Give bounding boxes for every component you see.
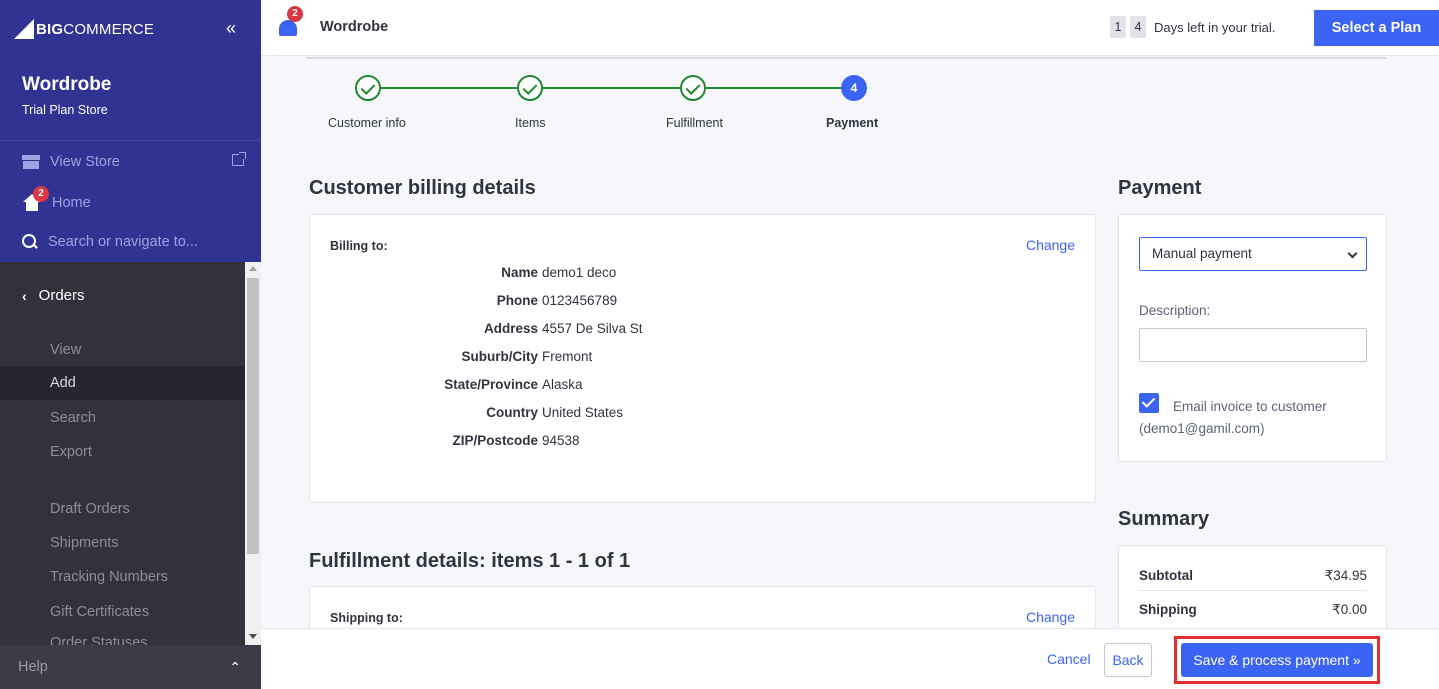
summary-title: Summary — [1118, 508, 1210, 530]
step-connector — [543, 87, 680, 89]
billing-card: Billing to: Change Name demo1 deco Phone… — [309, 214, 1096, 503]
description-input[interactable] — [1139, 328, 1367, 362]
external-link-icon — [232, 152, 246, 166]
billing-row-city: Suburb/City Fremont — [461, 349, 593, 364]
step-check-icon — [517, 75, 543, 101]
notification-badge: 2 — [287, 6, 303, 22]
sidebar-orders-label: Orders — [38, 287, 85, 304]
select-plan-button[interactable]: Select a Plan — [1314, 10, 1439, 46]
logo-text-rest: COMMERCE — [63, 20, 155, 38]
email-invoice-label: Email invoice to customer (demo1@gamil.c… — [1139, 399, 1327, 436]
description-label: Description: — [1139, 303, 1211, 318]
email-invoice-checkbox[interactable] — [1139, 393, 1159, 413]
scroll-up-arrow-icon[interactable] — [249, 266, 257, 271]
payment-method-select[interactable]: Manual payment — [1139, 237, 1367, 271]
help-menu[interactable]: Help ⌃ — [0, 645, 261, 689]
view-store-label: View Store — [50, 154, 120, 170]
sidebar-item-order-statuses[interactable]: Order Statuses — [0, 629, 245, 645]
bigcommerce-logo[interactable]: BIGCOMMERCE — [14, 16, 154, 42]
chevron-down-icon — [1347, 248, 1358, 259]
step-check-icon — [355, 75, 381, 101]
billing-title: Customer billing details — [309, 177, 536, 199]
view-store-link[interactable]: View Store — [22, 152, 246, 170]
billing-row-state: State/Province Alaska — [444, 377, 583, 392]
payment-card: Manual payment Description: Email invoic… — [1118, 214, 1387, 462]
summary-divider — [1139, 590, 1367, 591]
cancel-link[interactable]: Cancel — [1047, 651, 1091, 667]
sidebar-item-tracking-numbers[interactable]: Tracking Numbers — [0, 560, 245, 594]
sidebar-scrollbar-thumb[interactable] — [247, 278, 259, 554]
bigcommerce-logo-icon — [14, 19, 34, 39]
summary-card: Subtotal ₹34.95 Shipping ₹0.00 — [1118, 545, 1387, 628]
double-chevron-left-icon[interactable]: « — [226, 18, 236, 39]
store-title: Wordrobe — [320, 19, 389, 35]
sidebar-divider — [0, 140, 261, 141]
step-label-payment: Payment — [826, 116, 879, 130]
trial-text: Days left in your trial. — [1154, 19, 1276, 35]
trial-digit: 1 — [1110, 16, 1126, 38]
store-plan: Trial Plan Store — [22, 103, 108, 117]
summary-row-shipping: Shipping ₹0.00 — [1139, 602, 1367, 617]
order-stepper: 4 Customer info Items Fulfillment Paymen… — [306, 71, 886, 131]
shipping-change-link[interactable]: Change — [1026, 609, 1075, 625]
action-footer: Cancel Back Save & process payment » — [261, 628, 1439, 689]
help-label: Help — [18, 659, 48, 675]
sidebar-search[interactable]: Search or navigate to... — [22, 234, 198, 250]
sidebar-orders-back[interactable]: ‹ Orders — [22, 287, 85, 304]
logo-text-big: BIG — [36, 20, 64, 38]
fulfillment-title: Fulfillment details: items 1 - 1 of 1 — [309, 550, 631, 572]
billing-row-zip: ZIP/Postcode 94538 — [452, 433, 580, 448]
back-button[interactable]: Back — [1104, 643, 1152, 677]
sidebar-item-view[interactable]: View — [0, 333, 245, 367]
step-label-customer-info: Customer info — [328, 116, 406, 130]
billing-row-name: Name demo1 deco — [501, 265, 617, 280]
sidebar-item-export[interactable]: Export — [0, 435, 245, 469]
top-header: 2 Wordrobe 1 4 Days left in your trial. … — [261, 0, 1439, 56]
step-connector — [381, 87, 517, 89]
step-connector — [706, 87, 841, 89]
sidebar-item-draft-orders[interactable]: Draft Orders — [0, 492, 245, 526]
sidebar-item-search[interactable]: Search — [0, 401, 245, 435]
home-notification-badge: 2 — [33, 186, 49, 202]
step-label-items: Items — [515, 116, 546, 130]
main-content: 4 Customer info Items Fulfillment Paymen… — [261, 57, 1439, 628]
save-process-payment-button[interactable]: Save & process payment » — [1181, 643, 1373, 677]
billing-row-address: Address 4557 De Silva St — [483, 321, 643, 336]
store-icon — [22, 155, 40, 169]
chevron-up-icon: ⌃ — [229, 659, 241, 675]
payment-title: Payment — [1118, 177, 1202, 199]
billing-change-link[interactable]: Change — [1026, 237, 1075, 253]
sidebar-item-shipments[interactable]: Shipments — [0, 526, 245, 560]
shipping-to-label: Shipping to: — [330, 611, 403, 625]
billing-row-country: Country United States — [486, 405, 624, 420]
summary-row-subtotal: Subtotal ₹34.95 — [1139, 568, 1367, 583]
step-label-fulfillment: Fulfillment — [666, 116, 723, 130]
step-number: 4 — [841, 75, 867, 101]
billing-row-phone: Phone 0123456789 — [496, 293, 618, 308]
chevron-left-icon: ‹ — [22, 287, 27, 304]
step-check-icon — [680, 75, 706, 101]
trial-counter: 1 4 Days left in your trial. — [1110, 16, 1275, 38]
trial-digit: 4 — [1130, 16, 1146, 38]
sidebar-search-placeholder: Search or navigate to... — [48, 234, 198, 250]
billing-to-label: Billing to: — [330, 239, 388, 253]
home-link[interactable]: Home — [22, 194, 91, 212]
payment-method-value: Manual payment — [1152, 246, 1252, 261]
sidebar-item-add[interactable]: Add — [0, 366, 245, 400]
top-divider — [306, 57, 1386, 59]
fulfillment-card: Shipping to: Change — [309, 586, 1096, 628]
home-label: Home — [52, 195, 91, 211]
sidebar: BIGCOMMERCE « Wordrobe Trial Plan Store … — [0, 0, 261, 689]
sidebar-item-gift-certificates[interactable]: Gift Certificates — [0, 595, 245, 629]
scroll-down-arrow-icon[interactable] — [249, 634, 257, 639]
search-icon — [22, 234, 38, 250]
store-name: Wordrobe — [22, 74, 112, 95]
